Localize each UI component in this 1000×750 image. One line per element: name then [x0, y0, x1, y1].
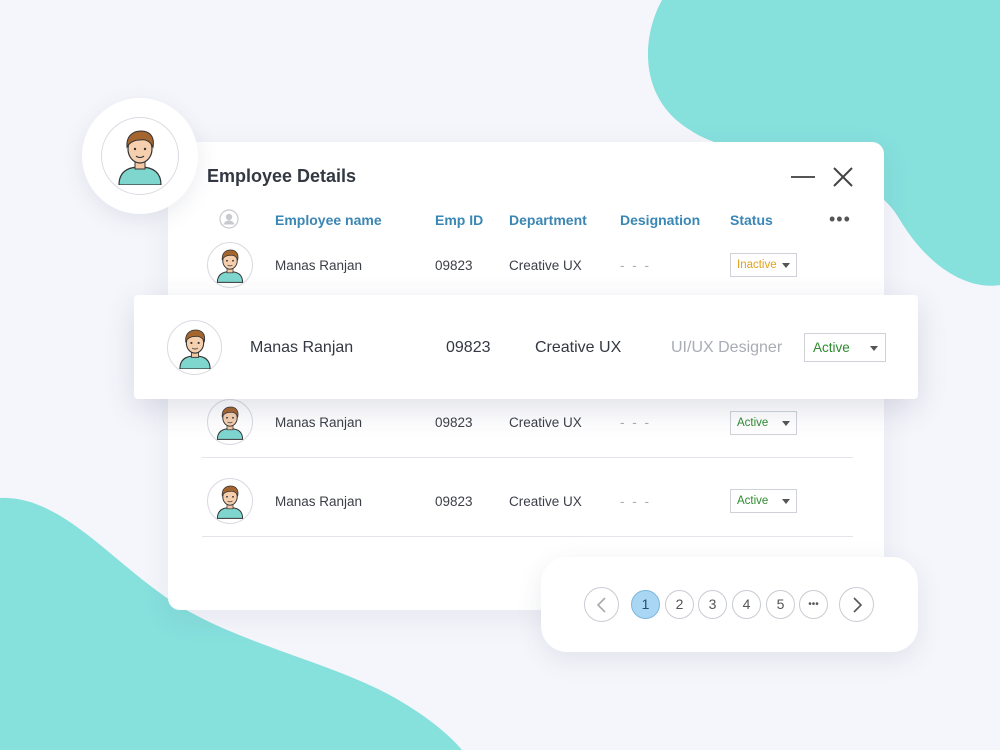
next-page-button[interactable]: [839, 587, 874, 622]
page-5-button[interactable]: 5: [766, 590, 795, 619]
header-designation[interactable]: Designation: [620, 212, 700, 228]
minimize-icon[interactable]: [791, 176, 815, 178]
row-divider: [202, 536, 853, 537]
more-options-icon[interactable]: •••: [829, 209, 851, 230]
prev-page-button[interactable]: [584, 587, 619, 622]
page-4-button[interactable]: 4: [732, 590, 761, 619]
page-3-button[interactable]: 3: [698, 590, 727, 619]
header-department[interactable]: Department: [509, 212, 587, 228]
user-column-icon: [219, 209, 239, 229]
avatar: [207, 478, 253, 524]
header-emp-id[interactable]: Emp ID: [435, 212, 483, 228]
user-avatar-icon: [118, 130, 162, 185]
status-value: Inactive: [737, 259, 777, 271]
avatar: [101, 117, 179, 195]
user-avatar-icon: [216, 249, 244, 283]
department: Creative UX: [509, 415, 582, 430]
department: Creative UX: [509, 494, 582, 509]
user-avatar-icon: [216, 485, 244, 519]
status-value: Active: [813, 340, 850, 355]
pagination: 1 2 3 4 5 •••: [541, 557, 918, 652]
emp-id: 09823: [435, 258, 473, 273]
employee-name: Manas Ranjan: [275, 494, 363, 509]
status-value: Active: [737, 495, 769, 507]
emp-id: 09823: [435, 415, 473, 430]
avatar: [207, 242, 253, 288]
status-value: Active: [737, 417, 769, 429]
status-dropdown[interactable]: Active: [804, 333, 886, 362]
more-pages-button[interactable]: •••: [799, 590, 828, 619]
employee-name: Manas Ranjan: [275, 258, 363, 273]
chevron-down-icon: [782, 499, 790, 504]
page-title: Employee Details: [207, 166, 357, 186]
status-dropdown[interactable]: Active: [730, 489, 797, 513]
chevron-right-icon: [852, 597, 862, 613]
avatar: [207, 399, 253, 445]
designation: - - -: [620, 258, 651, 273]
chevron-down-icon: [782, 421, 790, 426]
designation: UI/UX Designer: [671, 339, 783, 356]
status-dropdown[interactable]: Inactive: [730, 253, 797, 277]
emp-id: 09823: [435, 494, 473, 509]
employee-name: Manas Ranjan: [275, 415, 363, 430]
avatar: [167, 320, 222, 375]
header-status[interactable]: Status: [730, 212, 773, 228]
profile-avatar-bubble[interactable]: [82, 98, 198, 214]
emp-id: 09823: [446, 339, 491, 356]
row-divider: [202, 457, 853, 458]
chevron-left-icon: [596, 597, 606, 613]
header-employee-name[interactable]: Employee name: [275, 212, 382, 228]
table-row-highlighted[interactable]: Manas Ranjan 09823 Creative UX UI/UX Des…: [134, 295, 918, 399]
department: Creative UX: [535, 339, 622, 356]
chevron-down-icon: [870, 346, 878, 351]
user-avatar-icon: [178, 329, 211, 369]
chevron-down-icon: [782, 263, 790, 268]
page-1-button[interactable]: 1: [631, 590, 660, 619]
status-dropdown[interactable]: Active: [730, 411, 797, 435]
user-avatar-icon: [216, 406, 244, 440]
close-icon[interactable]: [832, 166, 854, 188]
designation: - - -: [620, 415, 651, 430]
designation: - - -: [620, 494, 651, 509]
page-2-button[interactable]: 2: [665, 590, 694, 619]
employee-name: Manas Ranjan: [250, 339, 354, 356]
department: Creative UX: [509, 258, 582, 273]
